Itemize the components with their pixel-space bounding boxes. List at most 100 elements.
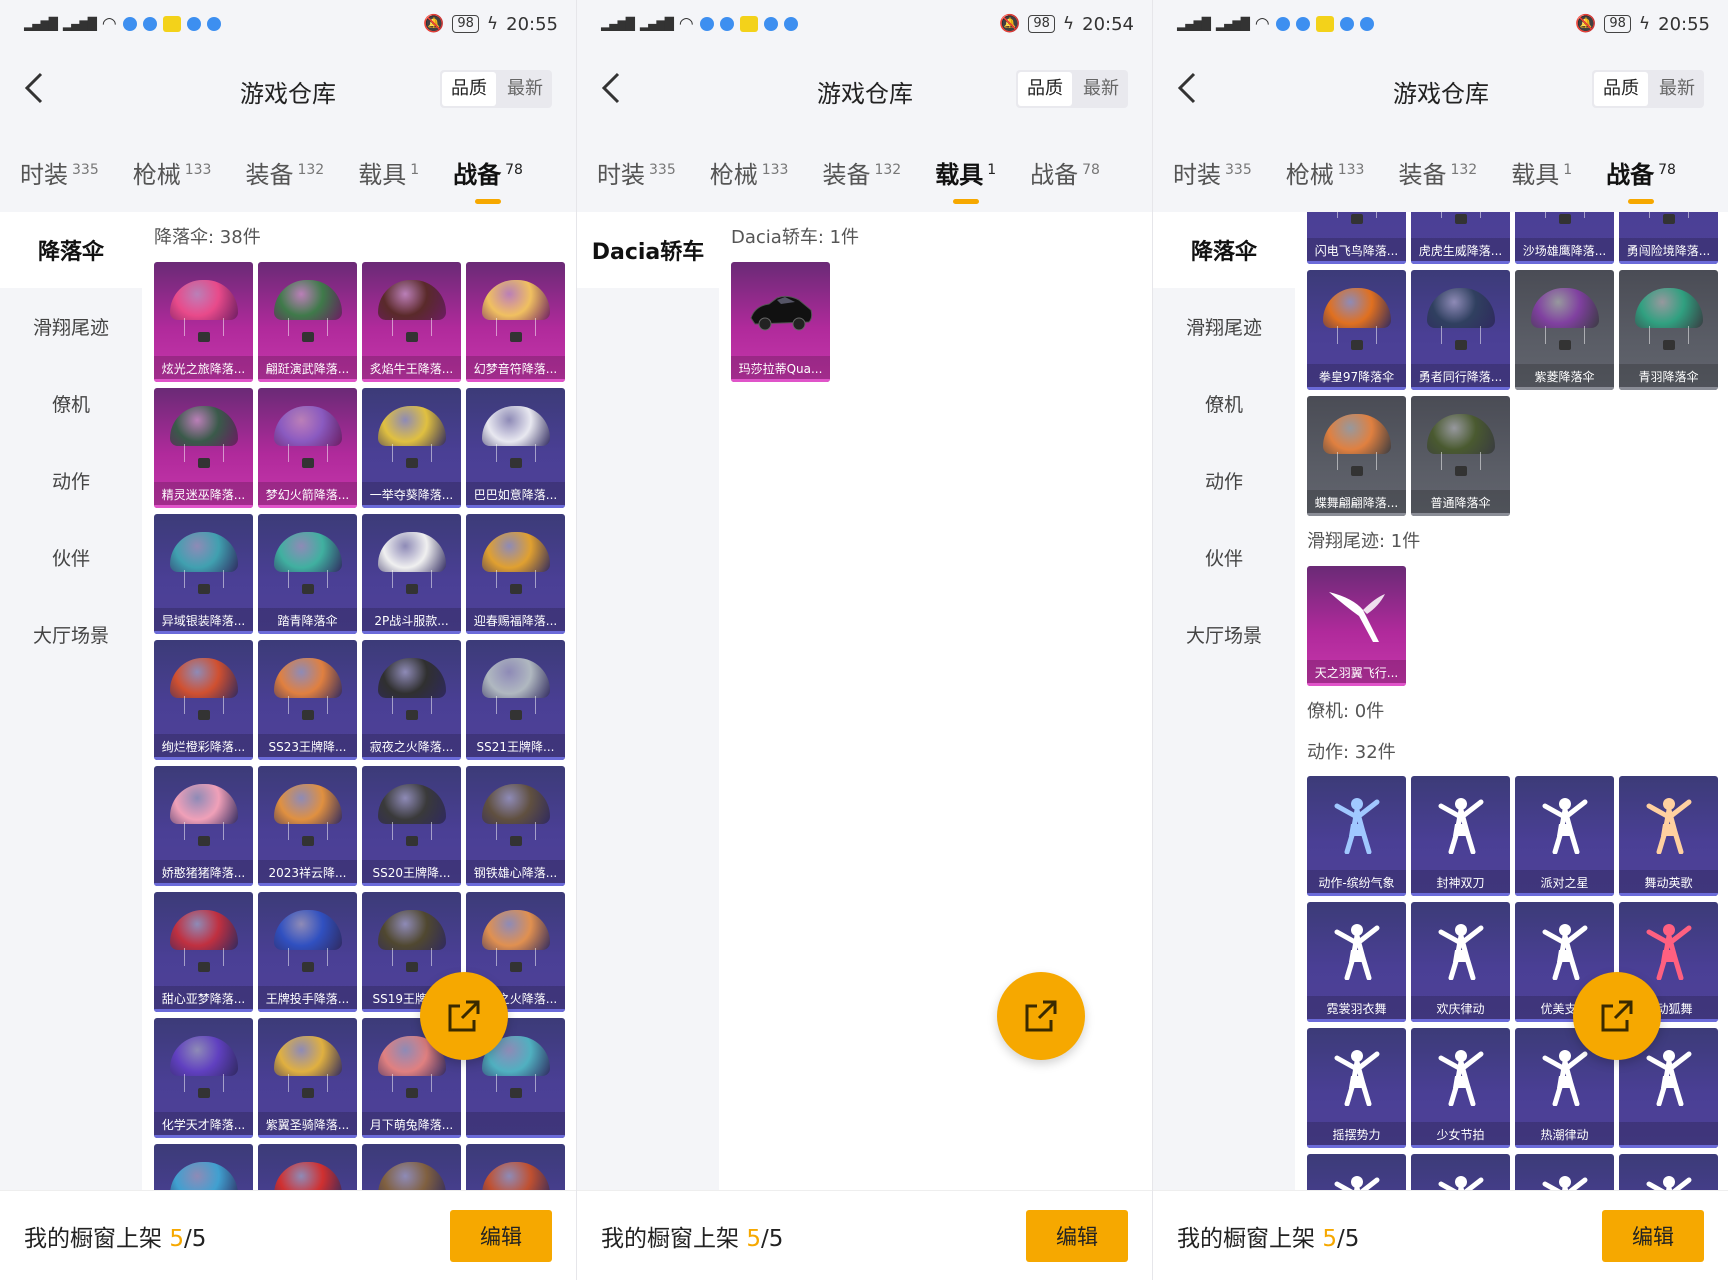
sort-latest-button[interactable]: 最新 — [1650, 70, 1704, 108]
item-card[interactable]: 寂夜之火降落... — [362, 640, 461, 760]
edit-button[interactable]: 编辑 — [450, 1209, 552, 1262]
edit-button[interactable]: 编辑 — [1602, 1209, 1704, 1262]
dancer-icon — [1334, 1176, 1379, 1190]
tab-0[interactable]: 时装 335 — [1173, 155, 1252, 190]
item-card[interactable]: 梦幻火箭降落... — [258, 388, 357, 508]
sidebar-item[interactable]: 动作 — [1153, 442, 1295, 519]
sort-quality-button[interactable]: 品质 — [442, 72, 496, 106]
item-card[interactable]: 摇摆势力 — [1307, 1028, 1406, 1148]
tab-2[interactable]: 装备 132 — [1398, 155, 1477, 190]
item-card[interactable]: 甜心亚梦降落... — [154, 892, 253, 1012]
item-card[interactable]: 普通降落伞 — [1411, 396, 1510, 516]
item-card[interactable] — [1307, 1154, 1406, 1190]
item-card[interactable]: 蝶舞翩翩降落... — [1307, 396, 1406, 516]
status-bar: ▂▄▆█ ▂▄▆█ ◠ 🔕 98 ϟ 20:55 — [1153, 0, 1728, 48]
item-card[interactable]: 幻梦音符降落... — [466, 262, 565, 382]
item-card[interactable]: 玛莎拉蒂Qua... — [731, 262, 830, 382]
item-card[interactable]: 娇憨猪猪降落... — [154, 766, 253, 886]
item-card[interactable]: 钢铁雄心降落... — [466, 766, 565, 886]
item-card[interactable]: 2023祥云降... — [258, 766, 357, 886]
item-card[interactable]: 化学天才降落... — [154, 1018, 253, 1138]
tab-4[interactable]: 战备 78 — [453, 155, 523, 204]
sidebar-item[interactable]: 动作 — [0, 442, 142, 519]
sidebar-item[interactable]: 降落伞 — [1153, 212, 1295, 288]
sidebar-item[interactable]: Dacia轿车 — [577, 212, 719, 288]
item-list[interactable]: 闪电飞鸟降落... 虎虎生威降落... 沙场雄鹰降落... 勇闯险境降落... 拳皇97… — [1295, 212, 1728, 1190]
item-card[interactable]: 天之羽翼飞行... — [1307, 566, 1406, 686]
item-card[interactable] — [258, 1144, 357, 1190]
item-card[interactable]: 一举夺葵降落... — [362, 388, 461, 508]
item-card[interactable]: 异域银装降落... — [154, 514, 253, 634]
tab-2[interactable]: 装备 132 — [245, 155, 324, 190]
tab-3[interactable]: 载具 1 — [1511, 155, 1572, 190]
item-card[interactable] — [1411, 1154, 1510, 1190]
quality-bar — [154, 379, 253, 382]
item-card[interactable] — [1515, 1154, 1614, 1190]
item-card[interactable]: 迎春赐福降落... — [466, 514, 565, 634]
sort-latest-button[interactable]: 最新 — [498, 70, 552, 108]
sort-latest-button[interactable]: 最新 — [1074, 70, 1128, 108]
item-card[interactable] — [1619, 1154, 1718, 1190]
tab-4[interactable]: 战备 78 — [1030, 155, 1100, 190]
share-external-icon[interactable] — [997, 972, 1085, 1060]
item-card[interactable]: 炫光之旅降落... — [154, 262, 253, 382]
item-card[interactable]: 巴巴如意降落... — [466, 388, 565, 508]
sidebar-item[interactable]: 僚机 — [0, 365, 142, 442]
item-card[interactable]: 霓裳羽衣舞 — [1307, 902, 1406, 1022]
item-card[interactable]: 紫菱降落伞 — [1515, 270, 1614, 390]
app-notification-icon — [739, 16, 758, 32]
item-card[interactable]: 2P战斗服款... — [362, 514, 461, 634]
sidebar-item[interactable]: 滑翔尾迹 — [0, 288, 142, 365]
item-card[interactable]: 虎虎生威降落... — [1411, 212, 1510, 264]
sidebar-item[interactable]: 伙伴 — [0, 519, 142, 596]
item-card[interactable] — [362, 1144, 461, 1190]
tab-0[interactable]: 时装 335 — [20, 155, 99, 190]
item-card[interactable]: 派对之星 — [1515, 776, 1614, 896]
tab-1[interactable]: 枪械 133 — [1286, 155, 1365, 190]
item-card[interactable]: 闪电飞鸟降落... — [1307, 212, 1406, 264]
item-card[interactable]: 王牌投手降落... — [258, 892, 357, 1012]
item-list[interactable]: 降落伞: 38件 炫光之旅降落... 翩跹演武降落... 炙焰牛王降落... 幻梦音符… — [142, 212, 576, 1190]
item-card[interactable]: 绚烂橙彩降落... — [154, 640, 253, 760]
item-card[interactable]: SS21王牌降... — [466, 640, 565, 760]
sidebar-item[interactable]: 滑翔尾迹 — [1153, 288, 1295, 365]
item-card[interactable]: 勇闯险境降落... — [1619, 212, 1718, 264]
tab-3[interactable]: 载具 1 — [935, 155, 996, 204]
tab-0[interactable]: 时装 335 — [597, 155, 676, 190]
item-card[interactable]: 精灵迷巫降落... — [154, 388, 253, 508]
sidebar-item[interactable]: 僚机 — [1153, 365, 1295, 442]
item-card[interactable]: 勇者同行降落... — [1411, 270, 1510, 390]
sort-quality-button[interactable]: 品质 — [1594, 72, 1648, 106]
item-card[interactable]: 舞动英歌 — [1619, 776, 1718, 896]
item-list[interactable]: Dacia轿车: 1件 玛莎拉蒂Qua... — [719, 212, 1152, 1190]
item-card[interactable]: 翩跹演武降落... — [258, 262, 357, 382]
item-card[interactable] — [466, 1144, 565, 1190]
item-card[interactable]: 封神双刀 — [1411, 776, 1510, 896]
tab-count: 1 — [1563, 161, 1573, 178]
item-card[interactable]: SS20王牌降... — [362, 766, 461, 886]
item-card[interactable]: 沙场雄鹰降落... — [1515, 212, 1614, 264]
sidebar-item[interactable]: 大厅场景 — [1153, 596, 1295, 673]
tab-4[interactable]: 战备 78 — [1606, 155, 1676, 204]
sidebar-item[interactable]: 降落伞 — [0, 212, 142, 288]
sidebar-item[interactable]: 伙伴 — [1153, 519, 1295, 596]
edit-button[interactable]: 编辑 — [1026, 1209, 1128, 1262]
tab-1[interactable]: 枪械 133 — [133, 155, 212, 190]
tab-1[interactable]: 枪械 133 — [710, 155, 789, 190]
item-card[interactable]: 青羽降落伞 — [1619, 270, 1718, 390]
sidebar-item[interactable]: 大厅场景 — [0, 596, 142, 673]
item-card[interactable]: 拳皇97降落伞 — [1307, 270, 1406, 390]
share-external-icon[interactable] — [420, 972, 508, 1060]
item-card[interactable]: 欢庆律动 — [1411, 902, 1510, 1022]
tab-2[interactable]: 装备 132 — [822, 155, 901, 190]
tab-3[interactable]: 载具 1 — [358, 155, 419, 190]
item-card[interactable]: 踏青降落伞 — [258, 514, 357, 634]
sort-quality-button[interactable]: 品质 — [1018, 72, 1072, 106]
item-card[interactable]: SS23王牌降... — [258, 640, 357, 760]
item-card[interactable]: 炙焰牛王降落... — [362, 262, 461, 382]
item-card[interactable]: 紫翼圣骑降落... — [258, 1018, 357, 1138]
item-card[interactable] — [154, 1144, 253, 1190]
share-external-icon[interactable] — [1573, 972, 1661, 1060]
item-card[interactable]: 少女节拍 — [1411, 1028, 1510, 1148]
item-card[interactable]: 动作-缤纷气象 — [1307, 776, 1406, 896]
